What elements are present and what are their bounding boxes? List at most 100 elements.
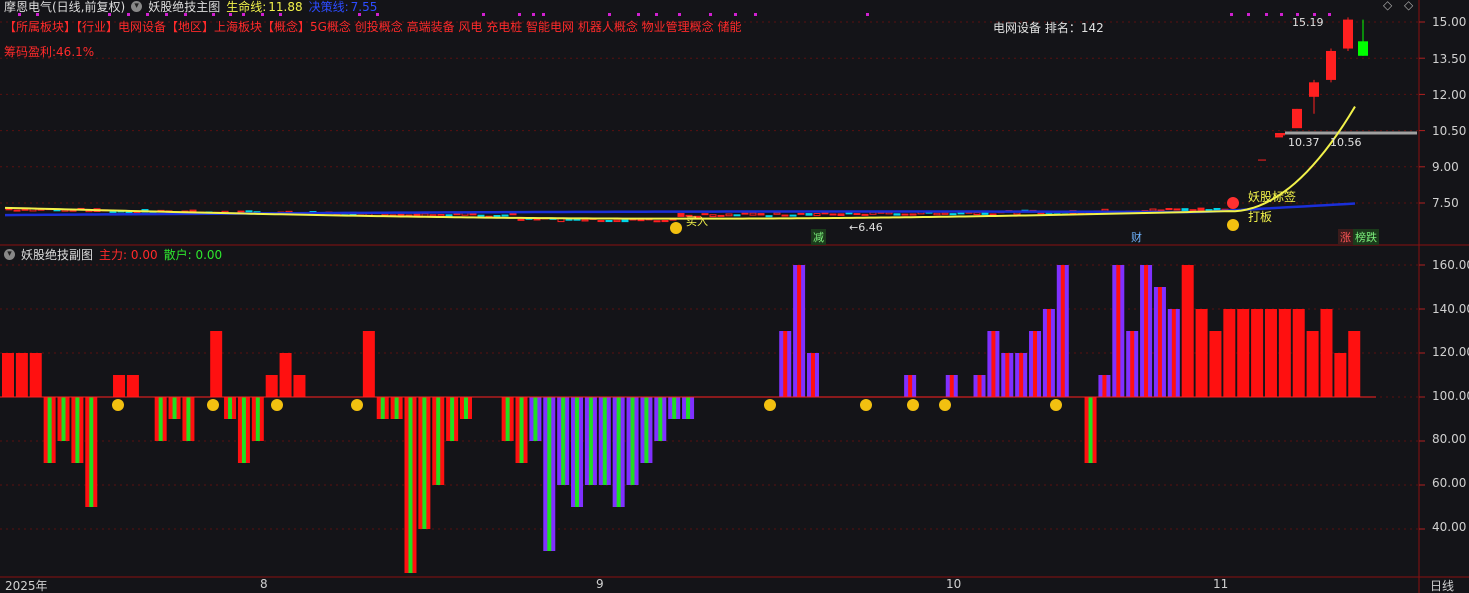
candle [445,214,453,217]
candle [21,208,29,211]
sub-bar-core [644,397,649,463]
signal-dot [1280,13,1283,16]
main-y-tick: 7.50 [1432,196,1459,210]
sub-bar-core [561,397,566,485]
sub-bar-core [255,397,260,441]
candle [637,219,645,222]
candle [861,213,869,216]
sub-bar-core [61,397,66,441]
candle [1326,50,1336,80]
event-bangdie[interactable]: 榜跌 [1353,229,1379,245]
event-jian[interactable]: 减 [811,229,826,245]
sub-bar-core [1102,375,1107,397]
candle [909,213,917,216]
sub-bar-core [908,375,913,397]
candle [381,213,389,216]
candle [429,214,437,217]
signal-dot [518,13,521,16]
sub-y-tick: 100.00 [1432,389,1469,403]
sub-bar-core [33,353,38,397]
sub-bar-core [1310,331,1315,397]
candle [989,213,997,216]
sub-bar-core [241,397,246,463]
main-y-tick: 13.50 [1432,52,1467,66]
x-tick-label: 11 [1213,577,1229,591]
candle [1275,135,1283,138]
candle [933,212,941,216]
sub-bar-core [6,353,10,397]
main-y-tick: 12.00 [1432,88,1467,102]
sub-bar-core [1185,265,1190,397]
candle [653,220,661,223]
sub-bar-core [89,397,94,507]
event-zhang[interactable]: 涨 [1338,229,1353,245]
candle [805,213,813,216]
candle [597,220,605,223]
chip-profit: 筹码盈利:46.1% [4,45,95,59]
candle [581,219,589,222]
sub-bar-core [186,397,191,441]
signal-dot [542,13,545,16]
x-tick-label: 2025年 [5,579,48,593]
stock-name[interactable]: 摩恩电气(日线,前复权) [4,0,125,15]
event-cai[interactable]: 财 [1129,229,1144,245]
candle [1292,108,1302,129]
sub-bar-core [797,265,802,397]
candle [509,212,517,216]
sub-bar-core [158,397,163,441]
period-selector[interactable]: 日线 [1430,577,1454,593]
chart-canvas[interactable] [0,0,1469,593]
signal-dot [482,13,485,16]
sub-bar-core [505,397,510,441]
low-price-value: 6.46 [858,221,883,234]
diamond-icon[interactable]: ◇ [1383,0,1392,12]
candle [957,212,965,215]
money-bag-icon [939,399,951,411]
sub-bar-core [1199,309,1204,397]
signal-dot [678,13,681,16]
candle [621,219,629,223]
money-bag-icon [112,399,124,411]
sub-bar-core [1268,309,1273,397]
retail-value: 散户: 0.00 [163,248,223,262]
main-indicator-title[interactable]: 妖股绝技主图 [148,0,220,15]
signal-dot [866,13,869,16]
sub-y-tick: 120.00 [1432,345,1469,359]
main-chart-header: 摩恩电气(日线,前复权) ▾ 妖股绝技主图 生命线: 11.88 决策线: 7.… [4,0,377,15]
candle [1181,208,1189,212]
sub-indicator-title[interactable]: 妖股绝技副图 [21,246,93,263]
candle [13,209,21,212]
square-icon[interactable]: ◇ [1404,0,1413,12]
sub-bar-core [297,375,302,397]
sub-bar-core [366,331,371,397]
sub-bar-core [588,397,593,485]
money-bag-icon [907,399,919,411]
signal-dot [1247,13,1250,16]
sub-bar-core [1157,287,1162,397]
candle [605,219,613,223]
candle [709,214,717,218]
candle [477,214,485,217]
sub-bar-core [575,397,580,507]
candle [893,213,901,216]
sub-bar-core [810,353,815,397]
signal-dot [655,13,658,16]
candle [1309,82,1319,97]
money-bag-icon [764,399,776,411]
decision-line-value: 7.55 [350,0,378,14]
sub-indicator-menu-icon[interactable]: ▾ [4,249,15,260]
money-bag-icon [1050,399,1062,411]
candle [901,213,909,216]
sub-bar-core [1019,353,1024,397]
sub-bar-core [214,331,219,397]
sub-bar-core [949,375,954,397]
candle [941,212,949,215]
sub-chart-header: ▾ 妖股绝技副图 主力: 0.00 散户: 0.00 [4,246,222,263]
indicator-menu-icon[interactable]: ▾ [131,1,143,12]
candle [813,213,821,217]
candle [765,215,773,218]
signal-dot [1265,13,1268,16]
candle [493,214,501,217]
sub-bar-core [130,375,135,397]
sub-bar-core [464,397,468,419]
